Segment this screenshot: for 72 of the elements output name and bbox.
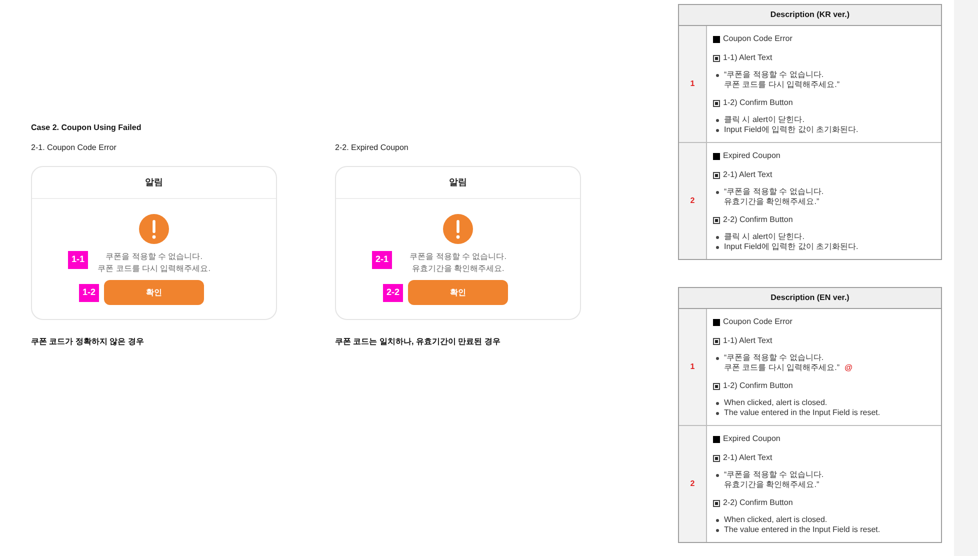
square-bullet-icon	[713, 152, 720, 160]
bullet-text: The value entered in the Input Field is reset.	[724, 408, 880, 418]
item-heading: 1-2) Confirm Button	[723, 97, 793, 109]
square-bullet-icon	[713, 318, 720, 326]
dot-bullet-icon	[716, 246, 719, 249]
dot-bullet-icon	[716, 412, 719, 415]
annotation-marker: 1-1	[68, 251, 88, 269]
section-title: Case 2. Coupon Using Failed	[31, 122, 142, 134]
row-number-cell: 2	[679, 143, 707, 259]
dot-bullet-icon	[716, 74, 719, 77]
bullet-text: 클릭 시 alert이 닫힌다.	[724, 232, 804, 242]
boxed-bullet-icon	[713, 338, 720, 344]
section-title: Coupon Code Error	[723, 316, 792, 328]
boxed-bullet-icon	[713, 382, 720, 390]
confirm-button[interactable]: 확인	[104, 280, 204, 305]
warning-icon	[443, 214, 473, 244]
case-caption: 쿠폰 코드가 정확하지 않은 경우	[31, 336, 145, 348]
annotation-marker: 2-1	[372, 251, 392, 269]
bullet-text: “쿠폰을 적용할 수 없습니다. 유효기간을 확인해주세요.”	[724, 187, 824, 207]
section-title: Expired Coupon	[723, 433, 780, 445]
warning-icon	[139, 214, 169, 244]
bullet-text: Input Field에 입력한 값이 초기화된다.	[724, 125, 858, 135]
section-title: Expired Coupon	[723, 150, 780, 162]
square-bullet-icon	[713, 436, 720, 442]
dot-bullet-icon	[716, 129, 719, 132]
dot-bullet-icon	[716, 191, 719, 194]
alert-title: 알림	[145, 176, 163, 189]
bullet-text: “쿠폰을 적용할 수 없습니다. 쿠폰 코드를 다시 입력해주세요.”	[724, 70, 840, 90]
case-heading: 2-1. Coupon Code Error	[31, 142, 118, 154]
dot-bullet-icon	[716, 119, 719, 122]
bullet-text: 클릭 시 alert이 닫힌다.	[724, 115, 804, 125]
bullet-text: “쿠폰을 적용할 수 없습니다. 쿠폰 코드를 다시 입력해주세요.”	[724, 353, 840, 373]
row-number-cell: 1	[679, 26, 707, 142]
bullet-text: “쿠폰을 적용할 수 없습니다. 유효기간을 확인해주세요.”	[724, 470, 824, 490]
boxed-bullet-icon	[713, 500, 720, 506]
row-number-cell: 1	[679, 309, 707, 425]
item-heading: 2-2) Confirm Button	[723, 214, 793, 226]
bullet-text: The value entered in the Input Field is reset.	[724, 525, 880, 535]
case-heading: 2-2. Expired Coupon	[335, 142, 410, 154]
table-header: Description (KR ver.)	[679, 5, 941, 26]
section-title: Coupon Code Error	[723, 33, 792, 45]
dot-bullet-icon	[716, 529, 719, 532]
item-heading: 2-1) Alert Text	[723, 452, 772, 464]
alert-title: 알림	[449, 176, 467, 189]
case-caption: 쿠폰 코드는 일치하나, 유효기간이 만료된 경우	[335, 336, 502, 348]
boxed-bullet-icon	[713, 54, 720, 62]
boxed-bullet-icon	[713, 216, 720, 224]
item-heading: 2-1) Alert Text	[723, 169, 772, 181]
item-heading: 1-1) Alert Text	[723, 52, 772, 64]
annotation-marker: 1-2	[79, 284, 99, 302]
bullet-text: When clicked, alert is closed.	[724, 515, 828, 525]
boxed-bullet-icon	[713, 100, 720, 106]
dot-bullet-icon	[716, 402, 719, 405]
item-heading: 2-2) Confirm Button	[723, 497, 793, 509]
item-heading: 1-1) Alert Text	[723, 335, 772, 347]
item-heading: 1-2) Confirm Button	[723, 380, 793, 392]
table-header: Description (EN ver.)	[679, 288, 941, 309]
dot-bullet-icon	[716, 357, 719, 360]
dot-bullet-icon	[716, 474, 719, 477]
bullet-text: Input Field에 입력한 값이 초기화된다.	[724, 242, 858, 252]
boxed-bullet-icon	[713, 454, 720, 462]
annotation-marker: 2-2	[383, 284, 403, 302]
square-bullet-icon	[713, 36, 720, 42]
dot-bullet-icon	[716, 236, 719, 239]
boxed-bullet-icon	[713, 172, 720, 178]
confirm-button[interactable]: 확인	[408, 280, 508, 305]
note-mark: @	[844, 363, 852, 373]
row-number-cell: 2	[679, 426, 707, 542]
dot-bullet-icon	[716, 519, 719, 522]
alert-message: 쿠폰을 적용할 수 없습니다. 유효기간을 확인해주세요.	[410, 251, 506, 275]
alert-message: 쿠폰을 적용할 수 없습니다. 쿠폰 코드를 다시 입력해주세요.	[98, 251, 210, 275]
bullet-text: When clicked, alert is closed.	[724, 398, 828, 408]
